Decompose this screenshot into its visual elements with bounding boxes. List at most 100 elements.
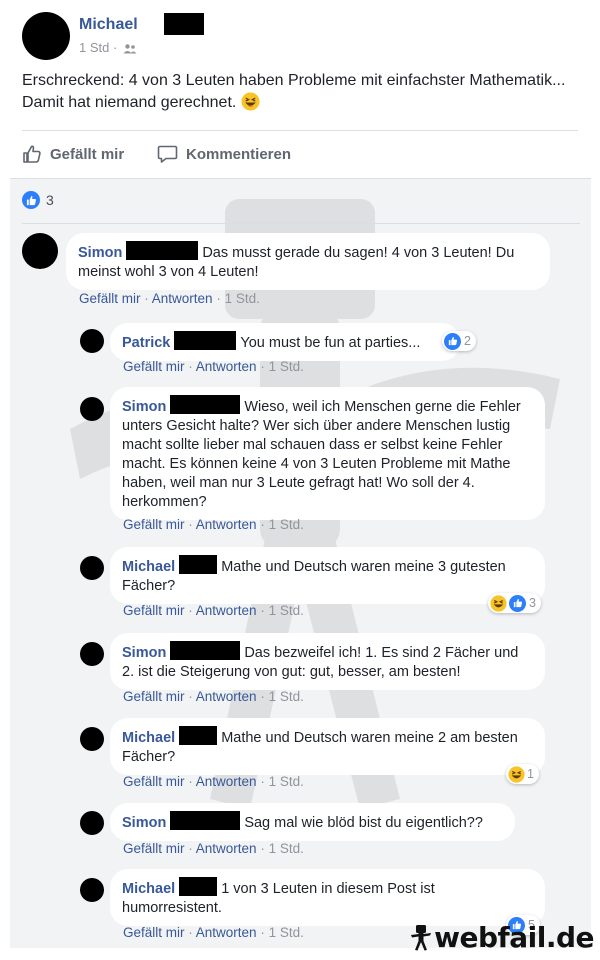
commenter-avatar[interactable]	[80, 642, 104, 666]
action-separator: ·	[256, 925, 269, 940]
webfail-watermark: webfail.de	[410, 921, 594, 954]
comment-like-link[interactable]: Gefällt mir	[123, 841, 185, 856]
panel-divider	[22, 223, 580, 224]
comment-author[interactable]: Simon	[122, 645, 166, 661]
post-time[interactable]: 1 Std	[79, 40, 109, 55]
comment-time[interactable]: 1 Std.	[269, 359, 304, 374]
comments-panel: 3 Simon Das musst gerade du sagen! 4 von …	[10, 178, 591, 948]
like-button[interactable]: Gefällt mir	[22, 140, 124, 168]
commenter-avatar[interactable]	[80, 397, 104, 421]
like-reaction-icon	[22, 191, 40, 209]
post-divider	[22, 130, 578, 131]
action-separator: ·	[184, 517, 196, 532]
reaction-badge[interactable]: 2	[442, 331, 476, 351]
comment-time[interactable]: 1 Std.	[269, 517, 304, 532]
comment-like-link[interactable]: Gefällt mir	[123, 603, 185, 618]
comment-reply-link[interactable]: Antworten	[196, 359, 257, 374]
post-actions: Gefällt mir Kommentieren	[22, 140, 582, 170]
laughing-emoji-icon	[490, 594, 507, 612]
comment-label: Kommentieren	[186, 145, 292, 163]
comment-actions: Gefällt mir · Antworten · 1 Std.	[123, 925, 304, 940]
author-avatar[interactable]	[22, 12, 70, 60]
comment-author[interactable]: Simon	[122, 399, 166, 415]
comment-bubble: Michael Mathe und Deutsch waren meine 3 g…	[110, 547, 545, 604]
comment-bubble: Simon Sag mal wie blöd bist du eigentlich…	[110, 803, 515, 841]
comment-time[interactable]: 1 Std.	[269, 603, 304, 618]
reaction-badge[interactable]: 1	[506, 764, 539, 784]
action-separator: ·	[256, 603, 269, 618]
reaction-count: 3	[529, 596, 536, 610]
comment-bubble: Simon Wieso, weil ich Menschen gerne die …	[110, 387, 545, 520]
redaction-bar	[170, 641, 241, 660]
comment-button[interactable]: Kommentieren	[157, 140, 291, 168]
laughing-emoji-icon	[508, 765, 525, 783]
like-summary[interactable]: 3	[22, 191, 54, 209]
action-separator: ·	[184, 359, 196, 374]
comment-author[interactable]: Michael	[122, 730, 175, 746]
comment-text: Sag mal wie blöd bist du eigentlich??	[244, 815, 483, 831]
reaction-count: 1	[527, 767, 534, 781]
comment-author[interactable]: Michael	[122, 881, 175, 897]
comment-actions: Gefällt mir · Antworten · 1 Std.	[123, 359, 304, 374]
comment-actions: Gefällt mir · Antworten · 1 Std.	[123, 603, 304, 618]
post-text: Erschreckend: 4 von 3 Leuten haben Probl…	[22, 70, 582, 114]
comment-reply-link[interactable]: Antworten	[152, 291, 213, 306]
action-separator: ·	[256, 689, 269, 704]
commenter-avatar[interactable]	[80, 329, 104, 353]
comment-actions: Gefällt mir · Antworten · 1 Std.	[79, 291, 260, 306]
comment-author[interactable]: Simon	[78, 245, 122, 261]
commenter-avatar[interactable]	[80, 811, 104, 835]
comment-time[interactable]: 1 Std.	[269, 841, 304, 856]
post-author-name[interactable]: Michael	[79, 16, 138, 34]
redaction-bar	[170, 395, 241, 414]
comment-item: Patrick You must be fun at parties... 2 G…	[80, 323, 585, 383]
thumbs-up-icon	[23, 145, 41, 163]
comment-like-link[interactable]: Gefällt mir	[123, 689, 185, 704]
comment-reply-link[interactable]: Antworten	[196, 689, 257, 704]
comment-time[interactable]: 1 Std.	[269, 774, 304, 789]
post-header: Michael 1 Std ·	[22, 10, 582, 62]
comment-reply-link[interactable]: Antworten	[196, 925, 257, 940]
like-count: 3	[46, 192, 54, 208]
comment-reply-link[interactable]: Antworten	[196, 841, 257, 856]
commenter-avatar[interactable]	[80, 727, 104, 751]
friends-icon	[123, 43, 137, 54]
webfail-brand: webfail.de	[434, 921, 594, 954]
action-separator: ·	[184, 689, 196, 704]
like-reaction-icon	[444, 332, 461, 350]
like-label: Gefällt mir	[50, 145, 125, 163]
comment-like-link[interactable]: Gefällt mir	[123, 925, 185, 940]
comment-actions: Gefällt mir · Antworten · 1 Std.	[123, 517, 304, 532]
action-separator: ·	[256, 841, 269, 856]
comment-bubble: Simon Das musst gerade du sagen! 4 von 3 …	[66, 233, 550, 290]
comment-like-link[interactable]: Gefällt mir	[123, 359, 185, 374]
comment-reply-link[interactable]: Antworten	[196, 774, 257, 789]
comment-author[interactable]: Patrick	[122, 335, 170, 351]
comment-reply-link[interactable]: Antworten	[196, 603, 257, 618]
comment-time[interactable]: 1 Std.	[269, 689, 304, 704]
comment-like-link[interactable]: Gefällt mir	[123, 774, 185, 789]
action-separator: ·	[184, 774, 196, 789]
comment-author[interactable]: Simon	[122, 815, 166, 831]
laughing-emoji-icon	[241, 92, 260, 111]
commenter-avatar[interactable]	[80, 556, 104, 580]
action-separator: ·	[256, 774, 269, 789]
redaction-bar	[170, 811, 241, 830]
comment-author[interactable]: Michael	[122, 559, 175, 575]
redaction-bar	[179, 877, 218, 896]
commenter-avatar[interactable]	[80, 878, 104, 902]
mascot-logo-icon	[411, 924, 432, 950]
like-reaction-icon	[509, 594, 526, 612]
action-separator: ·	[184, 603, 196, 618]
redaction-bar	[126, 241, 199, 260]
reaction-badge[interactable]: 3	[488, 593, 541, 613]
commenter-avatar[interactable]	[22, 233, 58, 269]
comment-reply-link[interactable]: Antworten	[196, 517, 257, 532]
comment-like-link[interactable]: Gefällt mir	[123, 517, 185, 532]
comment-time[interactable]: 1 Std.	[269, 925, 304, 940]
comment-item: Michael Mathe und Deutsch waren meine 2 a…	[80, 718, 585, 794]
comment-time[interactable]: 1 Std.	[225, 291, 260, 306]
redaction-bar	[179, 726, 218, 745]
comment-like-link[interactable]: Gefällt mir	[79, 291, 141, 306]
reaction-count: 2	[464, 334, 471, 348]
